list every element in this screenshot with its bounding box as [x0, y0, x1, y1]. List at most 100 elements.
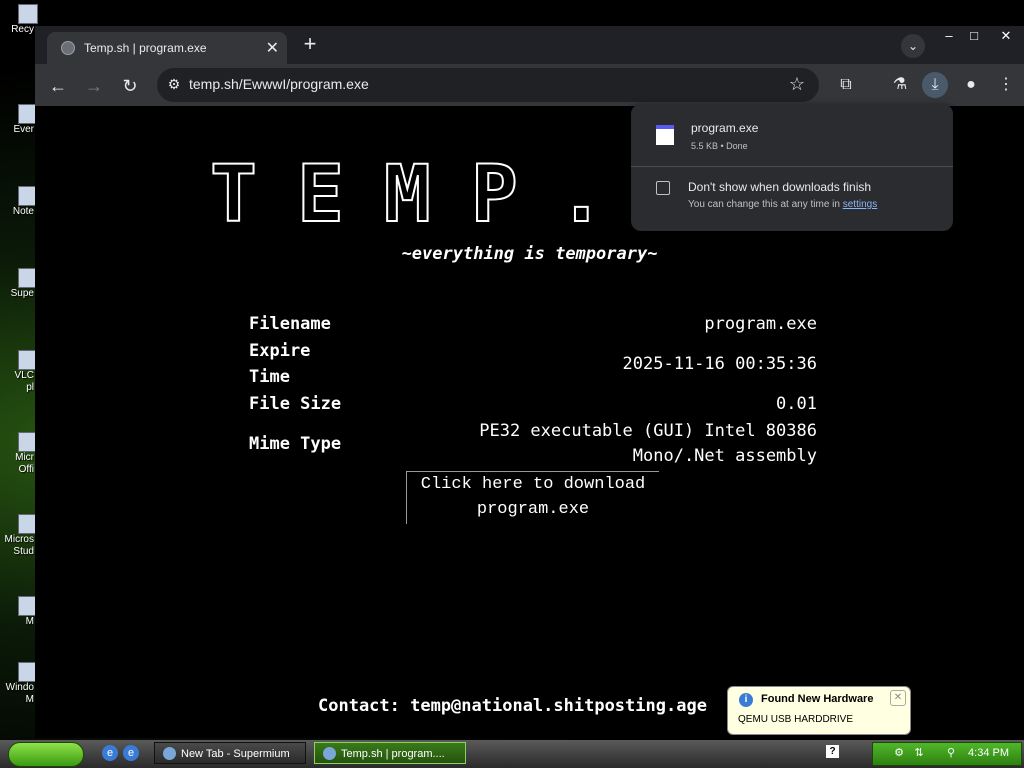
- flask-icon: ⚗: [892, 76, 908, 93]
- mime-type-value: PE32 executable (GUI) Intel 80386: [479, 421, 817, 441]
- arrow-left-icon: ←: [49, 76, 67, 96]
- file-size-label: File Size: [249, 394, 342, 414]
- expire-value: 2025-11-16 00:35:36: [622, 354, 817, 374]
- desktop-icon-label: M: [25, 616, 34, 627]
- desktop-icon-label: pl: [26, 382, 34, 393]
- close-tab-icon[interactable]: ✕: [266, 38, 279, 58]
- browser-icon: [323, 747, 336, 760]
- tagline: ~everything is temporary~: [401, 244, 658, 264]
- settings-link[interactable]: settings: [843, 199, 877, 210]
- download-item-name[interactable]: program.exe: [691, 121, 758, 135]
- address-text: temp.sh/EwwwI/program.exe: [189, 76, 369, 92]
- address-bar[interactable]: ⚙ temp.sh/EwwwI/program.exe ☆: [157, 68, 819, 102]
- file-size-value: 0.01: [776, 394, 817, 414]
- mime-type-value-line2: Mono/.Net assembly: [632, 446, 817, 466]
- contact-info: Contact: temp@national.shitposting.age: [318, 696, 707, 716]
- reload-icon: ↻: [122, 76, 138, 96]
- task-temp-sh[interactable]: Temp.sh | program....: [314, 742, 466, 764]
- download-link-filename: program.exe: [476, 500, 590, 519]
- globe-icon: [61, 41, 75, 55]
- balloon-title: Found New Hardware: [761, 693, 874, 705]
- search-icon[interactable]: ⚲: [945, 747, 957, 759]
- file-icon: [656, 125, 674, 145]
- clock[interactable]: 4:34 PM: [968, 747, 1009, 759]
- labs-button[interactable]: ⚗: [887, 72, 913, 98]
- maximize-button[interactable]: □: [963, 28, 985, 44]
- site-settings-icon[interactable]: ⚙: [165, 76, 183, 94]
- expire-label: Expire: [249, 341, 311, 361]
- close-window-button[interactable]: ✕: [995, 28, 1017, 44]
- tab-title: Temp.sh | program.exe: [84, 41, 207, 55]
- download-link-text: Click here to download: [420, 475, 646, 494]
- system-tray: ⚙ ⇅ ⚲ 4:34 PM: [872, 742, 1022, 766]
- browser-icon: [163, 747, 176, 760]
- bookmark-star-icon[interactable]: ☆: [789, 74, 805, 95]
- desktop-icon-label: Ever: [13, 124, 34, 135]
- profile-button[interactable]: ●: [958, 72, 984, 98]
- help-icon[interactable]: ?: [826, 745, 839, 758]
- downloads-button[interactable]: ⤓: [922, 72, 948, 98]
- desktop-icon-supermium[interactable]: Supe: [0, 268, 38, 300]
- puzzle-icon: ⧉: [840, 76, 852, 93]
- task-label: Temp.sh | program....: [341, 748, 445, 760]
- info-icon: i: [739, 693, 753, 707]
- desktop-icon-vlc[interactable]: VLC pl: [0, 350, 38, 394]
- desktop-icon-notepad[interactable]: Note: [0, 186, 38, 218]
- task-new-tab[interactable]: New Tab - Supermium: [154, 742, 306, 764]
- person-icon: ●: [966, 76, 976, 93]
- desktop-icon-label: M: [25, 694, 34, 705]
- desktop-icon-m[interactable]: M: [0, 596, 38, 628]
- desktop-icon-windows-media[interactable]: Windo M: [0, 662, 38, 706]
- reload-button[interactable]: ↻: [117, 73, 143, 99]
- menu-button[interactable]: ⋮: [993, 72, 1019, 98]
- desktop-icon-label: Supe: [10, 288, 34, 299]
- start-button[interactable]: [8, 742, 84, 767]
- internet-explorer-icon[interactable]: e: [102, 745, 118, 761]
- mime-type-label: Mime Type: [249, 434, 342, 454]
- desktop-icon-label: Recy: [11, 24, 34, 35]
- filename-value: program.exe: [704, 314, 817, 334]
- tab-search-button[interactable]: ⌄: [901, 34, 925, 58]
- desktop-icon-label: Micros: [4, 534, 34, 545]
- divider: [631, 166, 953, 167]
- hint-text: You can change this at any time in: [688, 199, 843, 210]
- new-tab-button[interactable]: +: [299, 33, 321, 56]
- recycle-bin-icon: [18, 4, 38, 24]
- desktop-icon-recycle-bin[interactable]: Recy: [0, 4, 38, 36]
- taskbar: e e New Tab - Supermium Temp.sh | progra…: [0, 740, 1024, 768]
- dont-show-checkbox[interactable]: [656, 181, 670, 195]
- notification-balloon: i Found New Hardware QEMU USB HARDDRIVE …: [727, 686, 911, 735]
- settings-hint: You can change this at any time in setti…: [688, 199, 877, 210]
- kebab-menu-icon: ⋮: [998, 76, 1014, 93]
- download-link[interactable]: Click here to download program.exe: [406, 471, 659, 524]
- close-balloon-button[interactable]: ✕: [890, 690, 906, 706]
- task-label: New Tab - Supermium: [181, 748, 290, 760]
- back-button[interactable]: ←: [45, 73, 71, 99]
- arrow-right-icon: →: [85, 76, 103, 96]
- chevron-down-icon: ⌄: [907, 39, 919, 53]
- tab-temp-sh[interactable]: Temp.sh | program.exe ✕: [47, 32, 287, 64]
- desktop-icon-label: Windo: [5, 682, 34, 693]
- desktop-icon-label: Offi: [18, 464, 34, 475]
- minimize-button[interactable]: –: [938, 28, 960, 44]
- forward-button[interactable]: →: [81, 73, 107, 99]
- browser-quicklaunch-icon[interactable]: e: [123, 745, 139, 761]
- desktop-icon-label: Stud: [13, 546, 34, 557]
- download-item-status: 5.5 KB • Done: [691, 141, 748, 151]
- expire-label-time: Time: [249, 367, 290, 387]
- dont-show-label: Don't show when downloads finish: [688, 180, 872, 194]
- filename-label: Filename: [249, 314, 331, 334]
- download-icon: ⤓: [931, 76, 939, 93]
- desktop-icon-label: Note: [12, 206, 34, 217]
- toolbar: ← → ↻ ⚙ temp.sh/EwwwI/program.exe ☆ ⧉ ⚗ …: [35, 64, 1024, 106]
- network-icon[interactable]: ⇅: [913, 747, 925, 759]
- desktop-icon-office[interactable]: Micr Offi: [0, 432, 38, 476]
- extensions-button[interactable]: ⧉: [833, 72, 859, 98]
- downloads-bubble: program.exe 5.5 KB • Done Don't show whe…: [631, 104, 953, 231]
- desktop-icon-label: Micr: [15, 452, 34, 463]
- desktop-icon-label: VLC: [14, 370, 34, 381]
- tab-bar: Temp.sh | program.exe ✕ + ⌄ – □ ✕: [35, 26, 1024, 64]
- hardware-icon[interactable]: ⚙: [893, 747, 905, 759]
- desktop-icon-studio[interactable]: Micros Stud: [0, 514, 38, 558]
- desktop-icon-everything[interactable]: Ever: [0, 104, 38, 136]
